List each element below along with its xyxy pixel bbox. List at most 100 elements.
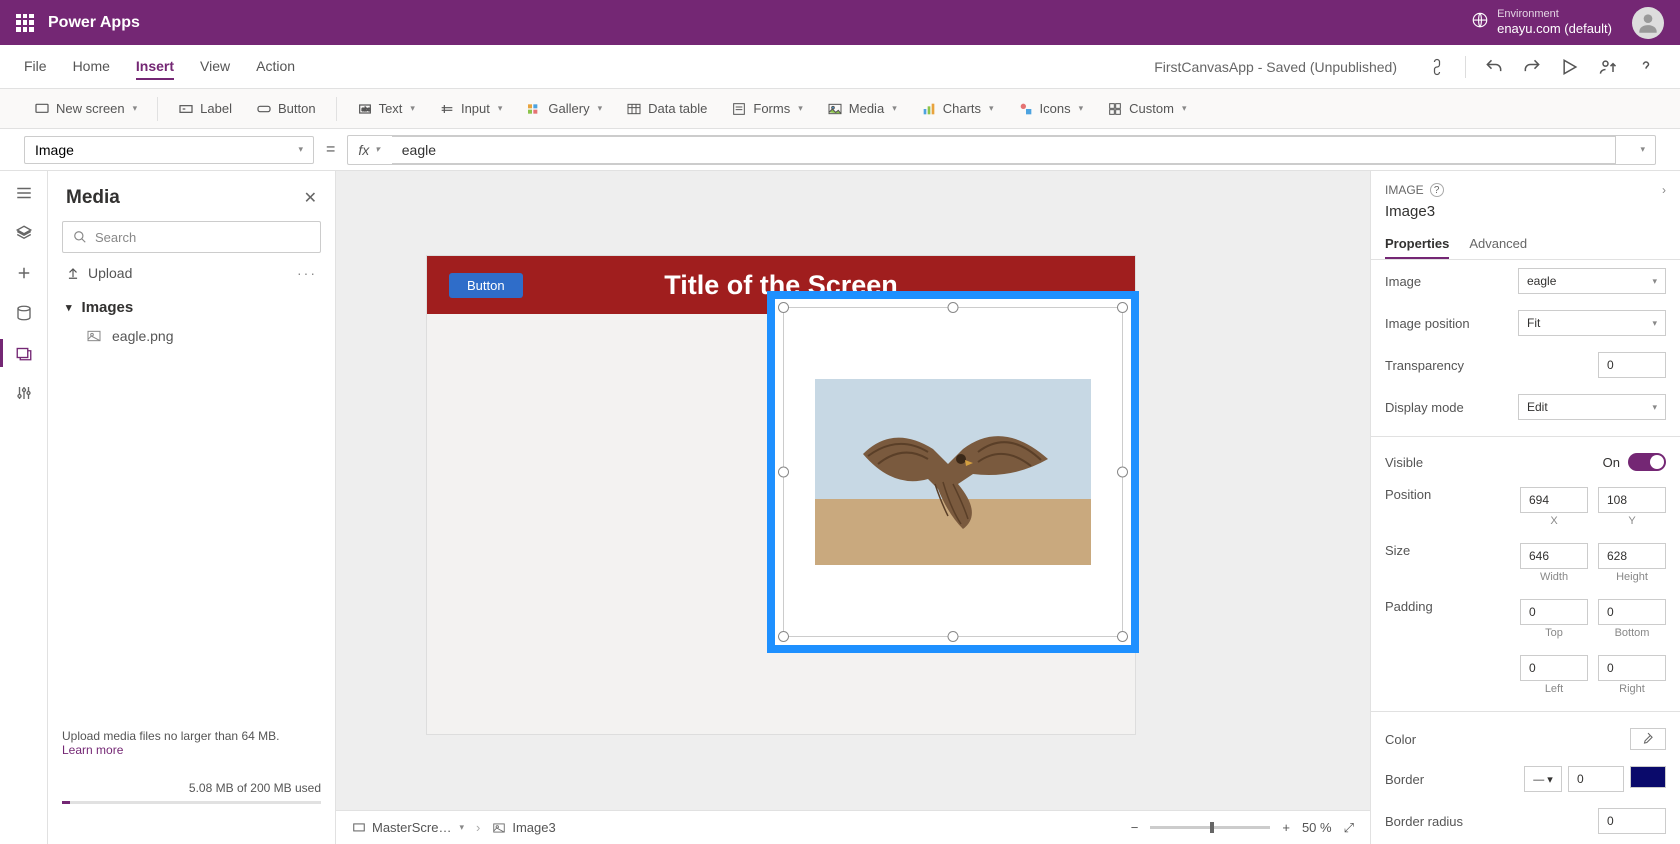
prop-y-input[interactable]: 108 xyxy=(1598,487,1666,513)
help-icon[interactable] xyxy=(1636,57,1656,77)
control-name[interactable]: Image3 xyxy=(1371,203,1680,230)
insert-icon[interactable] xyxy=(14,263,34,283)
fx-icon[interactable]: fx ▾ xyxy=(358,142,379,158)
more-icon[interactable]: ··· xyxy=(297,265,317,281)
label-icon xyxy=(178,101,194,117)
chevron-right-icon[interactable]: › xyxy=(1662,183,1666,197)
learn-more-link[interactable]: Learn more xyxy=(62,743,123,757)
breadcrumb-control[interactable]: Image3 xyxy=(492,820,555,835)
advanced-tools-icon[interactable] xyxy=(14,383,34,403)
label-button[interactable]: Label xyxy=(168,97,242,121)
prop-color-picker[interactable] xyxy=(1630,728,1666,750)
zoom-in-button[interactable]: + xyxy=(1282,820,1290,835)
chevron-down-icon: ▾ xyxy=(298,144,303,155)
prop-border-radius-input[interactable]: 0 xyxy=(1598,808,1666,834)
media-footer: Upload media files no larger than 64 MB.… xyxy=(62,729,321,804)
prop-display-mode-select[interactable]: Edit▾ xyxy=(1518,394,1666,420)
menu-view[interactable]: View xyxy=(200,54,230,80)
prop-image-position-select[interactable]: Fit▾ xyxy=(1518,310,1666,336)
tab-advanced[interactable]: Advanced xyxy=(1469,230,1527,259)
tab-properties[interactable]: Properties xyxy=(1385,230,1449,259)
menu-action[interactable]: Action xyxy=(256,54,295,80)
zoom-slider[interactable] xyxy=(1150,826,1270,829)
resize-handle[interactable] xyxy=(1117,631,1128,642)
gallery-icon xyxy=(526,101,542,117)
redo-icon[interactable] xyxy=(1522,57,1542,77)
breadcrumb-screen[interactable]: MasterScre… ▾ xyxy=(352,820,464,835)
forms-button[interactable]: Forms▾ xyxy=(721,97,812,121)
resize-handle[interactable] xyxy=(778,467,789,478)
prop-padding-right[interactable]: 0 xyxy=(1598,655,1666,681)
media-file-item[interactable]: eagle.png xyxy=(48,322,335,350)
left-rail xyxy=(0,171,48,844)
input-button[interactable]: Input▾ xyxy=(429,97,512,121)
waffle-icon[interactable] xyxy=(16,14,34,32)
prop-height-input[interactable]: 628 xyxy=(1598,543,1666,569)
data-table-button[interactable]: Data table xyxy=(616,97,717,121)
prop-border-width[interactable]: 0 xyxy=(1568,766,1624,792)
zoom-out-button[interactable]: − xyxy=(1131,820,1139,835)
prop-padding-left[interactable]: 0 xyxy=(1520,655,1588,681)
menu-file[interactable]: File xyxy=(24,54,47,80)
images-group-header[interactable]: ▾ Images xyxy=(48,293,335,322)
prop-label-padding: Padding xyxy=(1385,599,1433,614)
media-search-input[interactable]: Search xyxy=(62,221,321,253)
share-icon[interactable] xyxy=(1598,57,1618,77)
prop-image-select[interactable]: eagle▾ xyxy=(1518,268,1666,294)
prop-visible-toggle[interactable] xyxy=(1628,453,1666,471)
prop-label-image: Image xyxy=(1385,274,1421,289)
preview-icon[interactable] xyxy=(1560,57,1580,77)
resize-handle[interactable] xyxy=(948,631,959,642)
canvas-screen[interactable]: Button Title of the Screen xyxy=(426,255,1136,735)
app-status: FirstCanvasApp - Saved (Unpublished) xyxy=(1154,59,1397,75)
close-icon[interactable]: ✕ xyxy=(304,188,317,208)
media-rail-icon[interactable] xyxy=(14,343,34,363)
menu-insert[interactable]: Insert xyxy=(136,54,174,80)
prop-padding-top[interactable]: 0 xyxy=(1520,599,1588,625)
image-file-icon xyxy=(86,328,102,344)
tree-view-icon[interactable] xyxy=(14,183,34,203)
canvas-button-control[interactable]: Button xyxy=(449,273,523,298)
prop-border-color[interactable] xyxy=(1630,766,1666,788)
gallery-button[interactable]: Gallery▾ xyxy=(516,97,612,121)
app-checker-icon[interactable] xyxy=(1427,57,1447,77)
menu-bar: File Home Insert View Action FirstCanvas… xyxy=(0,45,1680,89)
menu-home[interactable]: Home xyxy=(73,54,110,80)
prop-padding-bottom[interactable]: 0 xyxy=(1598,599,1666,625)
resize-handle[interactable] xyxy=(948,302,959,313)
undo-icon[interactable] xyxy=(1484,57,1504,77)
resize-handle[interactable] xyxy=(1117,467,1128,478)
prop-transparency-input[interactable]: 0 xyxy=(1598,352,1666,378)
user-avatar[interactable] xyxy=(1632,7,1664,39)
media-panel: Media ✕ Search Upload ··· ▾ Images eagle… xyxy=(48,171,336,844)
resize-handle[interactable] xyxy=(1117,302,1128,313)
prop-border-style[interactable]: — ▾ xyxy=(1524,766,1562,792)
custom-button[interactable]: Custom▾ xyxy=(1097,97,1196,121)
formula-expand-icon[interactable]: ▾ xyxy=(1630,144,1655,155)
resize-handle[interactable] xyxy=(778,631,789,642)
storage-text: 5.08 MB of 200 MB used xyxy=(62,781,321,795)
data-icon[interactable] xyxy=(14,303,34,323)
button-button[interactable]: Button xyxy=(246,97,326,121)
upload-button[interactable]: Upload xyxy=(66,265,132,281)
charts-button[interactable]: Charts▾ xyxy=(911,97,1004,121)
text-button[interactable]: abc Text▾ xyxy=(347,97,425,121)
button-icon xyxy=(256,101,272,117)
environment-selector[interactable]: Environment enayu.com (default) xyxy=(1471,8,1612,37)
canvas-content[interactable]: Button Title of the Screen xyxy=(336,171,1370,810)
media-button[interactable]: Media▾ xyxy=(817,97,907,121)
info-icon[interactable]: ? xyxy=(1430,183,1444,197)
icons-button[interactable]: Icons▾ xyxy=(1008,97,1094,121)
new-screen-button[interactable]: New screen▾ xyxy=(24,97,147,121)
environment-icon xyxy=(1471,11,1489,34)
table-icon xyxy=(626,101,642,117)
prop-x-input[interactable]: 694 xyxy=(1520,487,1588,513)
text-icon: abc xyxy=(357,101,373,117)
resize-handle[interactable] xyxy=(778,302,789,313)
layers-icon[interactable] xyxy=(14,223,34,243)
formula-input[interactable]: eagle xyxy=(392,136,1617,164)
fit-screen-icon[interactable]: ⤢ xyxy=(1344,820,1354,836)
prop-width-input[interactable]: 646 xyxy=(1520,543,1588,569)
property-selector[interactable]: Image ▾ xyxy=(24,136,314,164)
selected-image-control[interactable] xyxy=(767,291,1139,653)
